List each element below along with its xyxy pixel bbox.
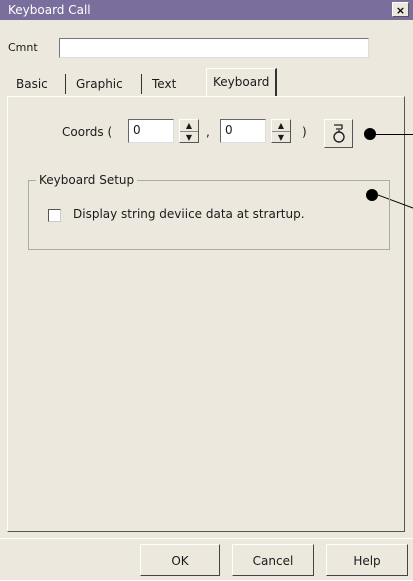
- tab-panel-keyboard: [7, 96, 405, 532]
- tab-text[interactable]: Text: [146, 72, 182, 96]
- tab-basic[interactable]: Basic: [10, 72, 54, 96]
- callout-dot: [364, 128, 376, 140]
- coords-y-spinner[interactable]: ▲ ▼: [271, 119, 291, 143]
- spin-up-icon[interactable]: ▲: [272, 120, 290, 131]
- coords-x-input[interactable]: 0: [128, 119, 174, 143]
- coords-label: Coords (: [62, 125, 113, 139]
- spin-up-icon[interactable]: ▲: [180, 120, 198, 131]
- coords-comma: ,: [206, 125, 210, 139]
- comment-label: Cmnt: [8, 41, 38, 54]
- tab-separator: [141, 74, 142, 94]
- title-bar: Keyboard Call ×: [0, 0, 413, 20]
- ok-button[interactable]: OK: [140, 544, 220, 576]
- display-string-checkbox[interactable]: [48, 209, 61, 222]
- keyboard-call-dialog: Keyboard Call × Cmnt Basic Graphic Text …: [0, 0, 413, 580]
- keyboard-setup-label: Keyboard Setup: [36, 173, 138, 187]
- cancel-button[interactable]: Cancel: [232, 544, 314, 576]
- window-title: Keyboard Call: [8, 3, 91, 17]
- spin-down-icon[interactable]: ▼: [272, 131, 290, 143]
- display-string-label[interactable]: Display string deviice data at strartup.: [73, 207, 305, 221]
- tab-keyboard[interactable]: Keyboard: [206, 68, 278, 97]
- spin-down-icon[interactable]: ▼: [180, 131, 198, 143]
- coords-pick-button[interactable]: [324, 119, 353, 148]
- coords-close-paren: ): [302, 125, 307, 139]
- callout-line: [376, 134, 413, 135]
- tab-graphic[interactable]: Graphic: [70, 72, 129, 96]
- tab-separator: [65, 74, 66, 94]
- pointer-pick-icon: [333, 124, 345, 143]
- close-button[interactable]: ×: [392, 2, 409, 17]
- help-button[interactable]: Help: [326, 544, 408, 576]
- comment-input[interactable]: [59, 38, 369, 58]
- coords-x-spinner[interactable]: ▲ ▼: [179, 119, 199, 143]
- coords-y-input[interactable]: 0: [220, 119, 266, 143]
